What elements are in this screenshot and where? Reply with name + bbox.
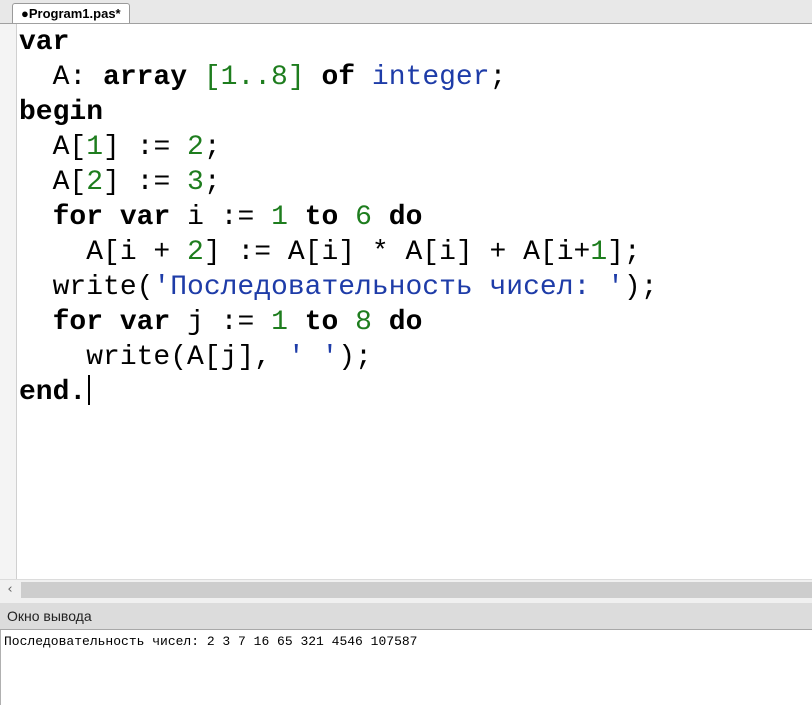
code-token-kw: for (52, 202, 104, 233)
code-token: A[ (19, 132, 87, 163)
code-token-num: [1..8] (203, 62, 305, 93)
code-token-kw: array (103, 62, 188, 93)
code-token-num: 2 (187, 132, 204, 163)
code-token-kw: begin (19, 97, 104, 128)
code-token-kw: var (119, 202, 171, 233)
code-line: for var i := 1 to 6 do (19, 200, 658, 235)
code-token: ; (203, 167, 221, 198)
code-token: ); (623, 272, 658, 303)
code-editor[interactable]: var A: array [1..8] of integer; begin A[1… (0, 24, 812, 579)
code-token: j := (170, 307, 272, 338)
horizontal-scrollbar[interactable]: ‹ (0, 579, 812, 600)
ide-window: ●Program1.pas* var A: array [1..8] of in… (0, 0, 812, 705)
code-token: ; (203, 132, 221, 163)
code-token-kw: end. (19, 377, 87, 408)
code-token: write(A[j], (19, 342, 288, 373)
code-line: end. (19, 375, 658, 410)
code-token-kw: do (388, 202, 423, 233)
code-token-kw: to (304, 307, 339, 338)
code-line: begin (19, 95, 658, 130)
code-token-num: 1 (271, 307, 288, 338)
code-token-kw: var (119, 307, 171, 338)
output-text: Последовательность чисел: 2 3 7 16 65 32… (4, 634, 418, 649)
code-token: A[ (19, 167, 87, 198)
tab-bar: ●Program1.pas* (0, 0, 812, 24)
code-token-num: 2 (86, 167, 104, 198)
code-token-num: 2 (187, 237, 204, 268)
code-token: A[i + (19, 237, 188, 268)
code-token: ] := (103, 167, 188, 198)
code-token-kw: to (304, 202, 339, 233)
output-panel-header: Окно вывода (0, 603, 812, 630)
output-panel[interactable]: Последовательность чисел: 2 3 7 16 65 32… (0, 630, 812, 705)
code-token: A: (19, 62, 104, 93)
code-token-num: 8 (355, 307, 372, 338)
code-token: ); (338, 342, 372, 373)
code-token-str: 'Последовательность чисел: ' (153, 272, 624, 303)
code-token-typ: integer (371, 62, 490, 93)
scroll-left-icon[interactable]: ‹ (0, 580, 20, 600)
code-token-kw: do (388, 307, 423, 338)
code-token: ]; (607, 237, 641, 268)
code-line: A[1] := 2; (19, 130, 658, 165)
output-panel-title: Окно вывода (7, 608, 92, 624)
code-token: ] := (103, 132, 188, 163)
code-token: write( (19, 272, 154, 303)
code-token-kw: for (52, 307, 104, 338)
code-line: A: array [1..8] of integer; (19, 60, 658, 95)
code-token: ] := A[i] * A[i] + A[i+ (203, 237, 591, 268)
code-line: var (19, 25, 658, 60)
code-line: for var j := 1 to 8 do (19, 305, 658, 340)
scrollbar-thumb[interactable] (21, 582, 812, 598)
code-token-num: 1 (271, 202, 288, 233)
tab-program1[interactable]: ●Program1.pas* (12, 3, 130, 23)
code-token-num: 1 (590, 237, 608, 268)
code-token-num: 1 (86, 132, 104, 163)
editor-gutter (0, 24, 17, 579)
text-caret (88, 375, 91, 405)
code-token-num: 3 (187, 167, 204, 198)
code-line: write(A[j], ' '); (19, 340, 658, 375)
code-token-kw: var (19, 27, 70, 58)
code-token-num: 6 (355, 202, 372, 233)
code-area[interactable]: var A: array [1..8] of integer; begin A[1… (19, 25, 658, 410)
code-token-kw: of (321, 62, 356, 93)
code-line: A[2] := 3; (19, 165, 658, 200)
code-token: ; (489, 62, 507, 93)
code-token: i := (170, 202, 272, 233)
code-line: write('Последовательность чисел: '); (19, 270, 658, 305)
code-line: A[i + 2] := A[i] * A[i] + A[i+1]; (19, 235, 658, 270)
code-token-str: ' ' (287, 342, 339, 373)
